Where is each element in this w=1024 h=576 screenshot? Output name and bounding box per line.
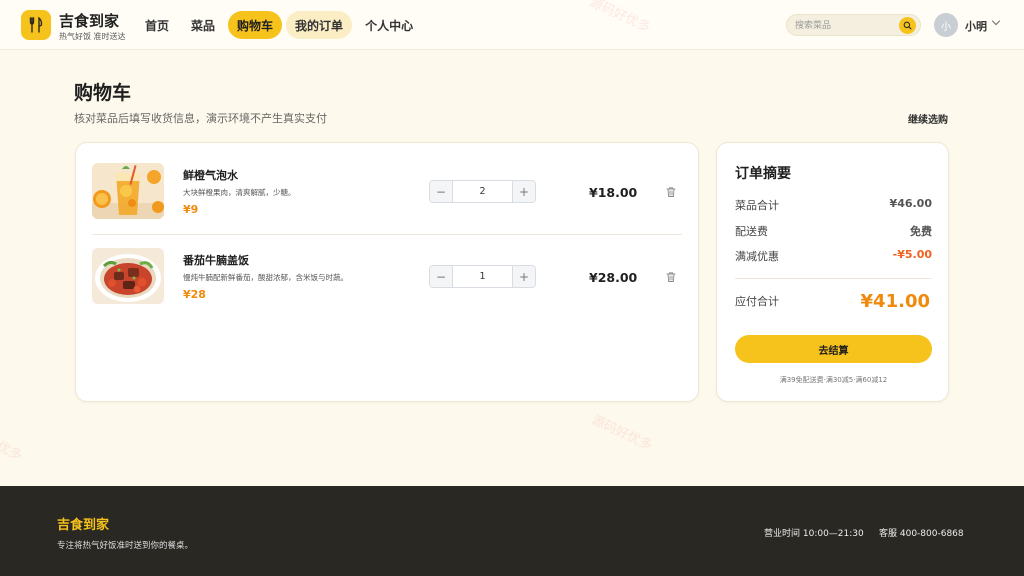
decrease-quantity-button[interactable]: − [430,181,453,202]
item-description: 大块鲜橙果肉，清爽解腻，少糖。 [183,188,296,197]
summary-label: 满减优惠 [735,250,779,263]
search-icon [903,21,912,30]
footer-brand: 吉食到家 [57,518,110,533]
quantity-stepper: − + [429,180,536,203]
footer-tagline: 专注将热气好饭准时送到你的餐桌。 [57,541,194,551]
summary-value: 免费 [910,225,932,238]
item-line-total: ¥18.00 [589,185,638,200]
avatar[interactable]: 小 [934,13,958,37]
quantity-input[interactable] [453,266,512,287]
page-subtitle: 核对菜品后填写收货信息，演示环境不产生真实支付 [74,112,327,125]
promo-note: 满39免配送费·满30减5·满60减12 [779,376,888,384]
increase-quantity-button[interactable]: + [512,181,535,202]
footer-service-phone: 客服 400-800-6868 [879,529,964,539]
decrease-quantity-button[interactable]: − [430,266,453,287]
item-name[interactable]: 番茄牛腩盖饭 [183,252,249,268]
search-input[interactable] [795,18,895,33]
cart-panel: 鲜橙气泡水 大块鲜橙果肉，清爽解腻，少糖。 ¥9 − + ¥18.00 [75,142,699,402]
cart-item: 鲜橙气泡水 大块鲜橙果肉，清爽解腻，少糖。 ¥9 − + ¥18.00 [92,163,682,229]
quantity-stepper: − + [429,265,536,288]
cart-item: 番茄牛腩盖饭 慢炖牛腩配新鲜番茄，酸甜浓郁，含米饭与时蔬。 ¥28 − + ¥2… [92,248,682,314]
main-nav: 首页 菜品 购物车 我的订单 个人中心 [136,11,422,39]
payable-label: 应付合计 [735,295,779,308]
summary-value: ¥46.00 [889,197,932,210]
summary-divider [735,278,932,279]
summary-value: -¥5.00 [892,248,932,261]
continue-shopping-link[interactable]: 继续选购 [908,111,948,126]
summary-title: 订单摘要 [735,166,791,182]
order-summary-panel: 订单摘要 菜品合计 ¥46.00 配送费 免费 满减优惠 -¥5.00 应付合计… [716,142,949,402]
payable-total: ¥41.00 [860,291,930,312]
orange-soda-image [92,163,164,219]
item-line-total: ¥28.00 [589,270,638,285]
summary-label: 配送费 [735,225,768,238]
trash-icon[interactable] [665,186,677,198]
username[interactable]: 小明 [965,18,987,34]
item-name[interactable]: 鲜橙气泡水 [183,167,238,183]
trash-icon[interactable] [665,271,677,283]
watermark-text: 源码好优多 [0,422,25,464]
item-unit-price: ¥28 [183,288,206,301]
summary-label: 菜品合计 [735,199,779,212]
nav-profile[interactable]: 个人中心 [356,11,422,39]
top-header: 吉食到家 热气好饭 准时送达 首页 菜品 购物车 我的订单 个人中心 小 小明 [0,0,1024,50]
search-button[interactable] [899,17,916,34]
summary-row-delivery: 配送费 免费 [735,223,932,239]
page-title: 购物车 [74,82,132,104]
nav-dishes[interactable]: 菜品 [182,11,224,39]
summary-row-subtotal: 菜品合计 ¥46.00 [735,197,932,213]
search-box [786,14,921,36]
brand-slogan: 热气好饭 准时送达 [59,32,126,41]
watermark-text: 源码好优多 [589,412,655,454]
summary-row-discount: 满减优惠 -¥5.00 [735,248,932,264]
checkout-button[interactable]: 去结算 [735,335,932,363]
quantity-input[interactable] [453,181,512,202]
increase-quantity-button[interactable]: + [512,266,535,287]
logo-icon[interactable] [21,10,51,40]
page-footer: 吉食到家 专注将热气好饭准时送到你的餐桌。 营业时间 10:00—21:30 客… [0,486,1024,576]
chevron-down-icon[interactable] [991,19,1001,27]
nav-my-orders[interactable]: 我的订单 [286,11,353,39]
tomato-beef-rice-image [92,248,164,304]
footer-hours: 营业时间 10:00—21:30 [764,529,864,539]
nav-home[interactable]: 首页 [136,11,178,39]
item-unit-price: ¥9 [183,203,199,216]
item-description: 慢炖牛腩配新鲜番茄，酸甜浓郁，含米饭与时蔬。 [183,273,348,282]
item-divider [92,234,682,235]
nav-cart[interactable]: 购物车 [228,11,283,39]
brand-name[interactable]: 吉食到家 [59,10,119,31]
